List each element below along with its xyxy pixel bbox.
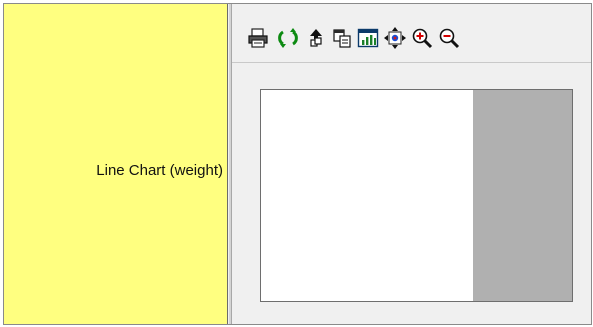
fit-to-window-button[interactable] [383, 26, 407, 50]
chart-side-area [473, 90, 572, 301]
refresh-icon [278, 28, 298, 48]
chart-canvas[interactable] [260, 89, 573, 302]
zoom-in-icon [412, 28, 433, 49]
chart-plot-area [261, 90, 473, 301]
zoom-in-button[interactable] [410, 26, 434, 50]
chart-row: Line Chart (weight) [3, 3, 592, 325]
chart-panel [232, 4, 591, 324]
copy-button[interactable] [330, 26, 354, 50]
fit-to-window-icon [384, 27, 406, 49]
chart-label: Line Chart (weight) [96, 162, 223, 179]
zoom-out-button[interactable] [437, 26, 461, 50]
chart-type-icon [357, 28, 379, 48]
chart-toolbar [232, 4, 591, 63]
zoom-out-icon [439, 28, 460, 49]
printer-icon [248, 28, 268, 48]
export-icon [310, 29, 322, 47]
refresh-button[interactable] [276, 26, 300, 50]
chart-label-cell: Line Chart (weight) [4, 4, 228, 324]
chart-type-button[interactable] [356, 26, 380, 50]
print-button[interactable] [246, 26, 270, 50]
copy-icon [333, 29, 351, 48]
export-button[interactable] [304, 26, 328, 50]
